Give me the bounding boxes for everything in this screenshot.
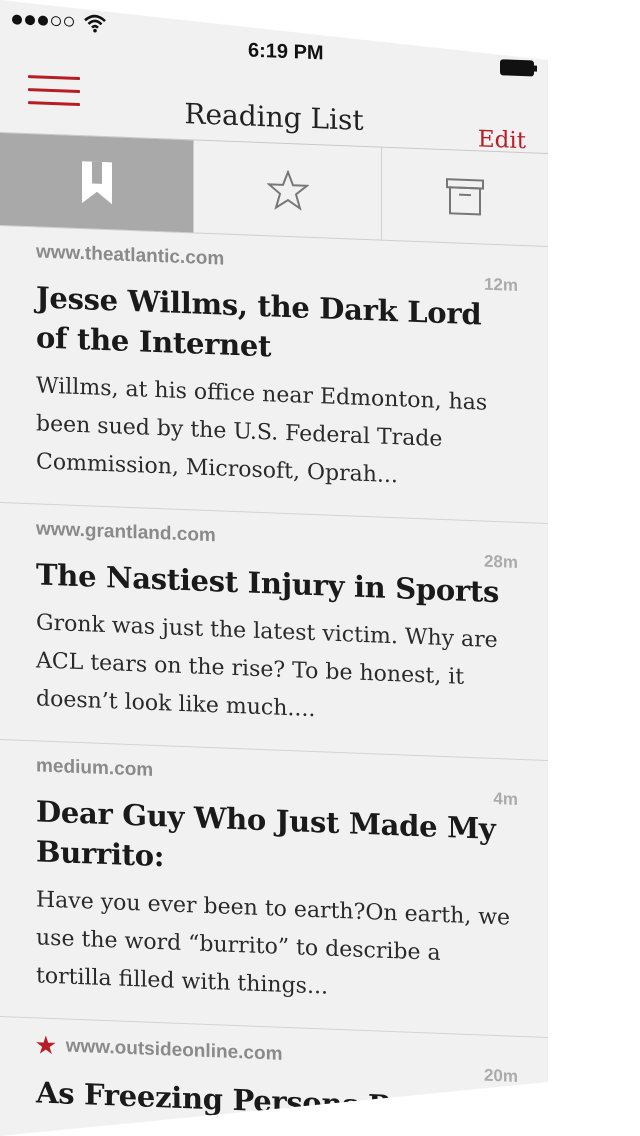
article-domain-text: medium.com: [36, 755, 154, 781]
article-domain: ★ www.outsideonline.com: [36, 1032, 518, 1077]
tab-favorites[interactable]: [194, 140, 382, 240]
archive-icon: [446, 178, 484, 216]
screen-content: 6:19 PM Reading List Edit www.theatlanti…: [0, 0, 548, 1136]
article-title: Jesse Willms, the Dark Lord of the Inter…: [36, 280, 482, 364]
signal-dot: [12, 14, 22, 25]
bookmark-icon: [81, 161, 112, 205]
status-time: 6:19 PM: [248, 39, 324, 65]
article-age: 20m: [483, 1065, 518, 1086]
article-domain: www.theatlantic.com: [36, 241, 518, 282]
signal-dot: [25, 14, 35, 26]
star-icon: [266, 169, 309, 211]
signal-dot: [51, 15, 61, 27]
article-domain-text: www.grantland.com: [36, 518, 216, 547]
wifi-icon: [84, 14, 106, 33]
signal-strength-icon: [12, 14, 74, 27]
article-domain-text: www.theatlantic.com: [36, 241, 225, 270]
stage: 6:19 PM Reading List Edit www.theatlanti…: [0, 0, 640, 1136]
article-age: 28m: [483, 551, 518, 572]
edit-button[interactable]: Edit: [478, 126, 526, 154]
article-item[interactable]: www.grantland.com 28m The Nastiest Injur…: [0, 503, 548, 762]
battery-icon: [500, 59, 534, 77]
article-age: 4m: [493, 788, 518, 809]
tab-reading-list[interactable]: [0, 133, 194, 233]
phone-screen: 6:19 PM Reading List Edit www.theatlanti…: [0, 0, 548, 1136]
article-title: Dear Guy Who Just Made My Burrito:: [36, 794, 496, 874]
article-domain-text: www.outsideonline.com: [65, 1035, 283, 1065]
article-excerpt: Willms, at his office near Edmonton, has…: [36, 373, 488, 489]
article-excerpt: Gronk was just the latest victim. Why ar…: [36, 610, 498, 723]
article-item[interactable]: medium.com 4m Dear Guy Who Just Made My …: [0, 740, 548, 1039]
article-domain: www.grantland.com: [36, 518, 518, 559]
article-title: The Nastiest Injury in Sports: [36, 557, 500, 610]
article-excerpt: Have you ever been to earth?On earth, we…: [36, 887, 511, 1000]
article-title: As Freezing Persons Recollect: [36, 1075, 517, 1128]
signal-dot: [64, 16, 74, 27]
article-age: 12m: [483, 274, 518, 295]
tab-archive[interactable]: [382, 148, 548, 246]
signal-dot: [38, 15, 48, 26]
starred-icon: ★: [36, 1032, 56, 1059]
article-item[interactable]: www.theatlantic.com 12m Jesse Willms, th…: [0, 226, 548, 525]
article-domain: medium.com: [36, 755, 518, 796]
article-item[interactable]: ★ www.outsideonline.com 20m As Freezing …: [0, 1017, 548, 1136]
